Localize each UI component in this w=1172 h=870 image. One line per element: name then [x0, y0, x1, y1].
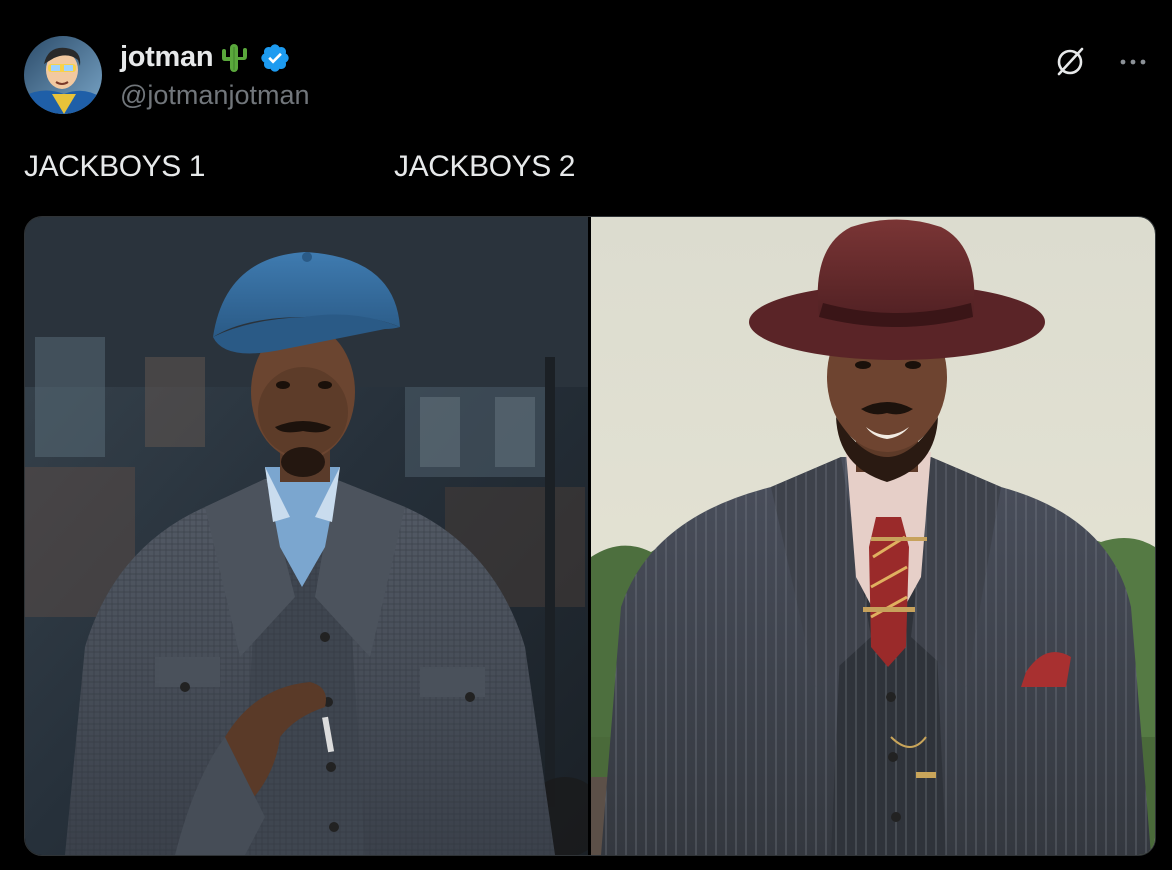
display-name-row: jotman [120, 40, 310, 76]
author-handle[interactable]: @jotmanjotman [120, 80, 310, 111]
tweet: jotman @jotmanjotman JACKBOYS 1 JACKBOYS… [0, 0, 1172, 870]
grok-icon[interactable] [1052, 44, 1088, 80]
verified-badge-icon[interactable] [259, 42, 291, 74]
tweet-text-part-1: JACKBOYS 1 [24, 150, 206, 183]
tweet-text-part-2: JACKBOYS 2 [394, 150, 576, 183]
top-actions [1052, 44, 1148, 80]
photo-left[interactable] [25, 217, 588, 855]
cactus-icon [217, 41, 251, 75]
tweet-media[interactable] [24, 216, 1156, 856]
author-names: jotman @jotmanjotman [120, 40, 310, 111]
display-name[interactable]: jotman [120, 41, 214, 74]
man-in-fedora-image [591, 217, 1155, 855]
more-options-icon[interactable] [1118, 57, 1148, 67]
man-in-flat-cap-image [25, 217, 588, 855]
photo-right[interactable] [591, 217, 1155, 855]
avatar[interactable] [24, 36, 102, 114]
tweet-header: jotman @jotmanjotman [24, 36, 310, 114]
avatar-cartoon-icon [24, 36, 102, 114]
